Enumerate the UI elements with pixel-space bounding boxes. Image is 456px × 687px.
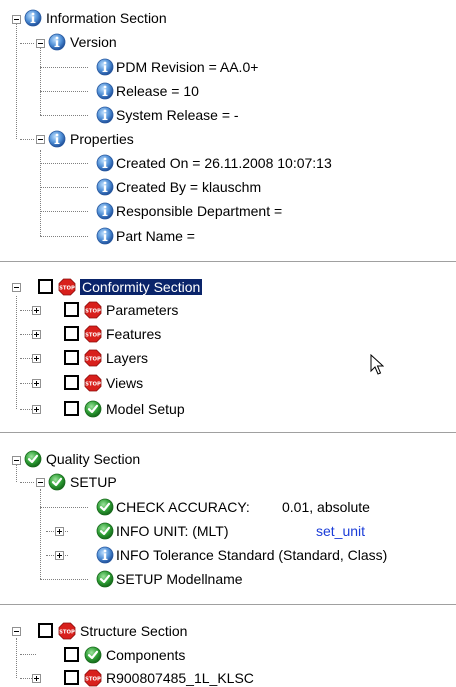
checkbox-components[interactable] [64,647,79,662]
collapse-toggle[interactable] [36,39,45,48]
expand-toggle[interactable] [55,527,64,536]
tree-line [40,47,41,115]
tree-line [40,489,41,579]
tree-line [16,296,17,409]
expand-toggle[interactable] [32,330,41,339]
tree-node-system-release[interactable]: System Release = - [116,106,239,124]
tree-node-created-on[interactable]: Created On = 26.11.2008 10:07:13 [116,154,332,172]
tree-node-created-by[interactable]: Created By = klauschm [116,178,261,196]
tree-node-check-accuracy[interactable]: CHECK ACCURACY: [116,498,250,516]
tree-node-setup-modellname[interactable]: SETUP Modellname [116,570,243,588]
tree-node-setup[interactable]: SETUP [70,473,117,491]
check-icon [24,450,42,468]
info-icon [96,227,114,245]
checkbox-layers[interactable] [64,350,79,365]
checkbox-features[interactable] [64,326,79,341]
info-icon [96,202,114,220]
checkbox-r900807485[interactable] [64,670,79,685]
stop-icon [58,622,76,640]
collapse-toggle[interactable] [12,627,21,636]
tree-node-r900807485[interactable]: R900807485_1L_KLSC [106,669,254,687]
set-unit-link[interactable]: set_unit [316,522,365,540]
tree-node-properties[interactable]: Properties [70,130,134,148]
checkbox-structure-section[interactable] [38,623,53,638]
checkbox-parameters[interactable] [64,302,79,317]
tree-node-version[interactable]: Version [70,33,117,51]
tree-node-structure-section[interactable]: Structure Section [80,622,187,640]
collapse-toggle[interactable] [12,15,21,24]
tree-node-information-section[interactable]: Information Section [46,9,167,27]
tree-node-info-unit[interactable]: INFO UNIT: (MLT) [116,522,229,540]
tree-node-parameters[interactable]: Parameters [106,301,178,319]
tree-node-layers[interactable]: Layers [106,349,148,367]
check-accuracy-value: 0.01, absolute [282,499,370,515]
tree-node-info-tolerance-standard[interactable]: INFO Tolerance Standard (Standard, Class… [116,546,387,564]
tree-node-responsible-department[interactable]: Responsible Department = [116,202,282,220]
tree-line [16,638,17,678]
expand-toggle[interactable] [32,379,41,388]
check-icon [48,473,66,491]
expand-toggle[interactable] [55,551,64,560]
info-icon [48,130,66,148]
mouse-cursor-icon [370,354,384,375]
check-icon [96,570,114,588]
info-icon [24,9,42,27]
tree-node-views[interactable]: Views [106,374,143,392]
tree-node-pdm-revision[interactable]: PDM Revision = AA.0+ [116,58,258,76]
stop-icon [84,301,102,319]
tree-line [16,464,17,482]
collapse-toggle[interactable] [36,135,45,144]
checkbox-views[interactable] [64,375,79,390]
stop-icon [84,325,102,343]
stop-icon [84,669,102,687]
check-icon [96,498,114,516]
expand-toggle[interactable] [32,354,41,363]
expand-toggle[interactable] [32,674,41,683]
stop-icon [84,374,102,392]
tree-line [16,24,17,139]
info-icon [96,82,114,100]
check-icon [84,646,102,664]
collapse-toggle[interactable] [12,456,21,465]
info-icon [96,58,114,76]
info-icon [96,546,114,564]
tree-node-quality-section[interactable]: Quality Section [46,450,140,468]
checkbox-conformity-section[interactable] [38,279,53,294]
info-icon [96,106,114,124]
tree-node-conformity-section[interactable]: Conformity Section [80,279,203,295]
tree-node-features[interactable]: Features [106,325,161,343]
tree-node-components[interactable]: Components [106,646,185,664]
info-icon [96,154,114,172]
tree-node-model-setup[interactable]: Model Setup [106,400,185,418]
checkbox-model-setup[interactable] [64,401,79,416]
info-icon [48,33,66,51]
stop-icon [58,278,76,296]
info-icon [96,178,114,196]
expand-toggle[interactable] [32,405,41,414]
check-icon [96,522,114,540]
check-icon [84,400,102,418]
tree-node-part-name[interactable]: Part Name = [116,227,195,245]
collapse-toggle[interactable] [36,478,45,487]
stop-icon [84,349,102,367]
tree-node-release[interactable]: Release = 10 [116,82,199,100]
collapse-toggle[interactable] [12,283,21,292]
expand-toggle[interactable] [32,306,41,315]
